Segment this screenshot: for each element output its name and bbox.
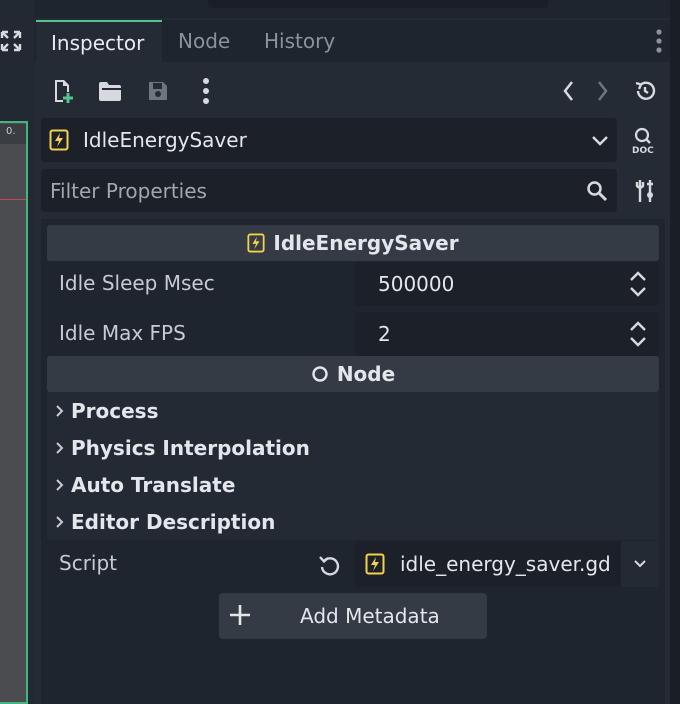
section-title: Node [336,362,396,386]
ruler-tick: 0. [6,126,16,137]
tools-icon [635,180,653,202]
spinner-updown-icon[interactable] [628,319,648,349]
spinner-updown-icon[interactable] [628,269,648,299]
chevron-right-icon [598,81,608,101]
chevron-right-icon [56,404,64,417]
group-physics-interpolation[interactable]: Physics Interpolation [47,429,659,466]
property-label: Idle Sleep Msec [59,271,215,295]
top-bar [208,0,548,8]
new-resource-button[interactable] [48,76,78,106]
new-resource-icon [55,80,73,103]
chevron-left-icon [563,81,573,101]
group-process[interactable]: Process [47,392,659,429]
chevron-right-icon [56,515,64,528]
save-icon [149,82,167,100]
filter-properties-input[interactable] [50,169,570,212]
chevron-right-icon [56,478,64,491]
group-label: Process [71,398,159,423]
chevron-down-icon [634,560,646,568]
more-vertical-icon[interactable] [652,26,666,56]
history-button[interactable] [630,76,660,106]
forward-button[interactable] [588,76,618,106]
tab-node[interactable]: Node [178,20,230,62]
tab-history[interactable]: History [264,20,335,62]
chevron-right-icon [56,441,64,454]
section-title: IdleEnergySaver [273,231,459,255]
viewport-canvas[interactable] [0,121,28,704]
svg-text:DOC: DOC [632,146,654,154]
expand-icon[interactable] [0,30,22,52]
script-icon [365,553,385,575]
script-icon [49,129,69,151]
history-icon [635,81,656,100]
doc-icon: DOC [632,127,654,154]
section-header-script-class: IdleEnergySaver [47,225,659,261]
script-dropdown-button[interactable] [621,541,659,587]
script-file-name: idle_energy_saver.gd [400,552,611,576]
idle-max-fps-field[interactable] [355,312,659,356]
chevron-down-icon[interactable] [590,130,610,150]
node-circle-icon [312,366,328,382]
save-resource-button[interactable] [143,76,173,106]
revert-icon[interactable] [317,553,341,577]
property-label: Idle Max FPS [59,321,186,345]
window-edge [670,0,680,704]
tab-inspector[interactable]: Inspector [36,20,162,62]
back-button[interactable] [553,76,583,106]
property-value: 2 [378,322,391,346]
open-resource-button[interactable] [95,76,125,106]
property-value: 500000 [378,272,455,296]
more-options-button[interactable] [191,76,221,106]
search-icon [587,181,608,202]
group-label: Auto Translate [71,472,236,497]
viewport-guide-line [0,199,26,200]
group-label: Editor Description [71,509,276,534]
add-metadata-label: Add Metadata [300,604,440,628]
script-icon [247,233,265,253]
plus-icon [230,605,250,625]
open-folder-icon [99,82,121,101]
group-label: Physics Interpolation [71,435,310,460]
group-auto-translate[interactable]: Auto Translate [47,466,659,503]
more-vertical-icon [203,78,209,104]
open-docs-button[interactable]: DOC [630,125,660,155]
group-editor-description[interactable]: Editor Description [47,503,659,540]
object-name: IdleEnergySaver [83,128,247,152]
property-tools-button[interactable] [630,176,660,206]
section-header-node: Node [47,356,659,392]
script-label: Script [59,551,118,575]
